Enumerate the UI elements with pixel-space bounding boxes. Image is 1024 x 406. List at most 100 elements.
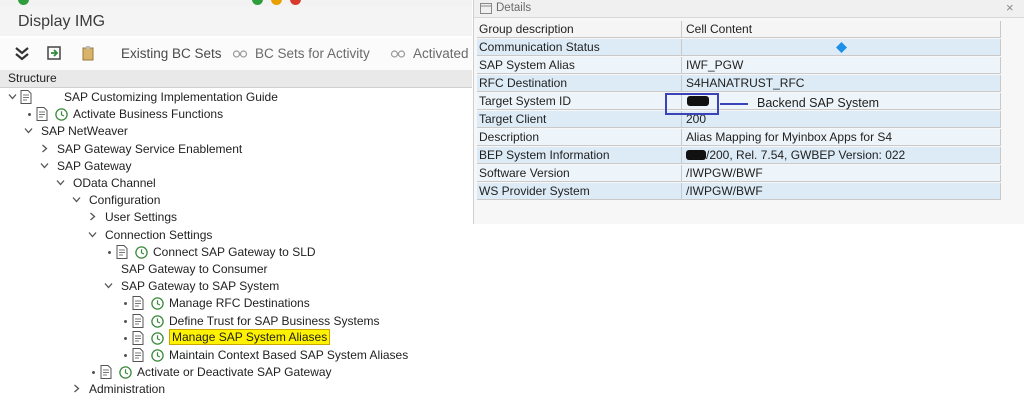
row-label: BEP System Information <box>477 147 682 164</box>
document-icon[interactable] <box>132 313 144 328</box>
status-dot-icon <box>252 0 263 5</box>
execute-activity-icon[interactable] <box>135 246 148 259</box>
table-row[interactable]: WS Provider System /IWPGW/BWF <box>477 183 1001 201</box>
tree-node[interactable]: Manage SAP System Aliases <box>0 328 470 347</box>
tree-node[interactable]: SAP Gateway to SAP System <box>0 279 470 295</box>
chevron-right-icon[interactable] <box>88 212 97 221</box>
tree-node-label: Configuration <box>89 193 161 208</box>
chevron-down-icon[interactable] <box>8 92 17 101</box>
tree-node[interactable]: SAP Gateway Service Enablement <box>0 142 470 158</box>
structure-header: Structure <box>0 70 472 88</box>
row-value: /IWPGW/BWF <box>682 165 1001 182</box>
tree-node-label: SAP Gateway to Consumer <box>121 262 268 276</box>
execute-activity-icon[interactable] <box>55 108 68 121</box>
table-row[interactable]: Target System ID <box>477 93 1001 111</box>
chevron-down-icon[interactable] <box>104 281 113 290</box>
bc-sets-for-activity-button[interactable]: BC Sets for Activity <box>255 46 370 61</box>
chevron-down-icon[interactable] <box>72 195 81 204</box>
tree-node-label: User Settings <box>105 210 178 225</box>
tree-node[interactable]: Define Trust for SAP Business Systems <box>0 313 470 330</box>
execute-activity-icon[interactable] <box>119 366 132 379</box>
tree-node[interactable]: Connection Settings <box>0 228 470 244</box>
row-label: Description <box>477 129 682 146</box>
tree-node[interactable]: OData Channel <box>0 176 470 192</box>
tree-bullet <box>124 302 127 306</box>
tree-node[interactable]: Configuration <box>0 193 470 209</box>
tree-node[interactable]: Administration <box>0 382 470 398</box>
column-header[interactable]: Cell Content <box>682 21 1001 38</box>
tree-bullet <box>108 250 111 254</box>
chevron-down-icon[interactable] <box>24 126 33 135</box>
tree-node-label: Connection Settings <box>105 227 213 242</box>
table-row[interactable]: BEP System Information /200, Rel. 7.54, … <box>477 147 1001 165</box>
table-row[interactable]: RFC Destination S4HANATRUST_RFC <box>477 75 1001 93</box>
document-icon[interactable] <box>132 330 144 345</box>
tree-node-label: SAP Gateway Service Enablement <box>57 141 243 156</box>
annotation-label: Backend SAP System <box>757 96 880 110</box>
table-row[interactable]: Software Version /IWPGW/BWF <box>477 165 1001 183</box>
tree-node[interactable]: Activate or Deactivate SAP Gateway <box>0 365 470 381</box>
tree-node[interactable]: SAP Gateway to Consumer <box>0 262 470 278</box>
chevron-down-icon[interactable] <box>40 161 49 170</box>
tree-node-label: SAP NetWeaver <box>41 124 128 139</box>
tree-node[interactable]: SAP Customizing Implementation Guide <box>0 90 470 106</box>
existing-bc-sets-button[interactable]: Existing BC Sets <box>121 46 222 61</box>
row-label: Software Version <box>477 165 682 182</box>
document-icon[interactable] <box>20 90 32 104</box>
redaction-mark <box>686 150 706 160</box>
close-icon[interactable]: × <box>1006 0 1014 15</box>
execute-activity-icon[interactable] <box>151 332 164 345</box>
tree-node[interactable]: Manage RFC Destinations <box>0 296 470 312</box>
tree-node-label: Manage RFC Destinations <box>169 296 310 311</box>
status-diamond-icon <box>836 42 847 53</box>
row-value: /200, Rel. 7.54, GWBEP Version: 022 <box>682 147 1001 164</box>
tree-node[interactable]: SAP Gateway <box>0 159 470 175</box>
details-panel: Details × Group description Cell Content… <box>473 0 1024 224</box>
row-value: 200 <box>682 111 1001 128</box>
chevron-right-icon[interactable] <box>72 384 81 393</box>
table-row[interactable]: Description Alias Mapping for Myinbox Ap… <box>477 129 1001 147</box>
window-title: Display IMG <box>18 13 106 30</box>
collapse-all-icon[interactable] <box>14 45 30 61</box>
tree-node-label: SAP Gateway to SAP System <box>121 279 280 294</box>
tree-node[interactable]: User Settings <box>0 210 470 226</box>
tree-node-label: Maintain Context Based SAP System Aliase… <box>169 348 409 362</box>
tree-node-label: Activate Business Functions <box>73 107 224 122</box>
chevron-down-icon[interactable] <box>56 178 65 187</box>
row-label: WS Provider System <box>477 183 682 200</box>
document-icon[interactable] <box>132 348 144 362</box>
column-header[interactable]: Group description <box>477 21 682 38</box>
execute-activity-icon[interactable] <box>151 349 164 362</box>
tree-bullet <box>124 336 127 340</box>
table-row[interactable]: SAP System Alias IWF_PGW <box>477 57 1001 75</box>
chevron-right-icon[interactable] <box>40 144 49 153</box>
tree-node[interactable]: SAP NetWeaver <box>0 124 470 140</box>
row-value: /IWPGW/BWF <box>682 183 1001 200</box>
table-row[interactable]: Target Client 200 <box>477 111 1001 129</box>
document-icon[interactable] <box>116 244 128 259</box>
tree-node[interactable]: Maintain Context Based SAP System Aliase… <box>0 348 470 364</box>
document-icon[interactable] <box>36 107 48 122</box>
structure-header-label: Structure <box>8 71 57 85</box>
tree-bullet <box>92 371 95 375</box>
img-window: Display IMG Existing BC Sets BC Sets for… <box>0 0 472 406</box>
row-value: IWF_PGW <box>682 57 1001 74</box>
execute-activity-icon[interactable] <box>151 314 164 328</box>
grid-header-row: Group description Cell Content <box>477 21 1001 39</box>
activated-bc-sets-button[interactable]: Activated <box>413 46 469 61</box>
chevron-down-icon[interactable] <box>88 230 97 239</box>
execute-activity-icon[interactable] <box>151 297 164 311</box>
details-title: Details <box>496 2 532 14</box>
tree-node-label: Manage SAP System Aliases <box>169 328 331 345</box>
tree-node[interactable]: Activate Business Functions <box>0 107 470 123</box>
clipboard-icon[interactable] <box>80 45 96 61</box>
row-value: S4HANATRUST_RFC <box>682 75 1001 92</box>
tree-node[interactable]: Connect SAP Gateway to SLD <box>0 244 470 261</box>
tree-node-label: OData Channel <box>73 176 156 190</box>
table-row[interactable]: Communication Status <box>477 39 1001 57</box>
tree-bullet <box>124 319 127 323</box>
document-icon[interactable] <box>100 365 112 380</box>
toolbar: Existing BC Sets BC Sets for Activity Ac… <box>0 38 472 71</box>
document-icon[interactable] <box>132 296 144 311</box>
where-used-icon[interactable] <box>46 45 62 61</box>
